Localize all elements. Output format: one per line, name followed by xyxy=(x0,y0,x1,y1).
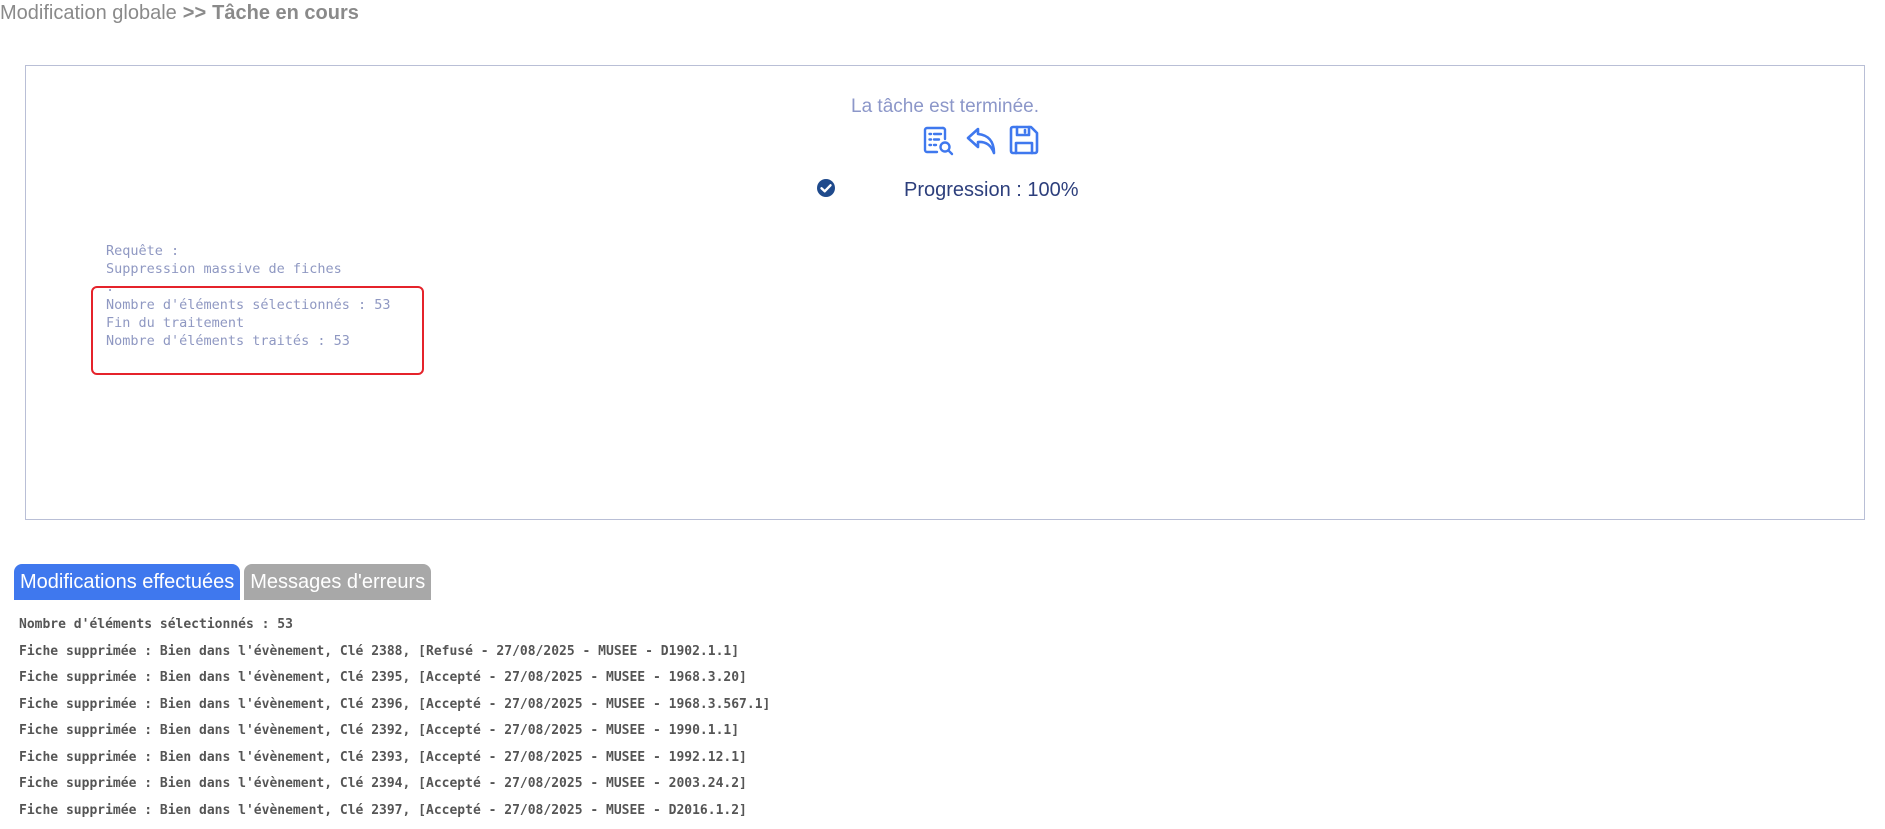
list-item: Fiche supprimée : Bien dans l'évènement,… xyxy=(19,696,771,712)
breadcrumb-separator: >> xyxy=(182,2,207,24)
report-view-icon[interactable] xyxy=(921,123,955,157)
breadcrumb-current: Tâche en cours xyxy=(212,2,359,24)
breadcrumb: Modification globale >> Tâche en cours xyxy=(0,2,359,25)
task-actions xyxy=(921,123,1041,157)
save-floppy-icon[interactable] xyxy=(1007,123,1041,157)
tab-modifications[interactable]: Modifications effectuées xyxy=(14,564,241,600)
check-circle-icon xyxy=(817,179,835,197)
list-item: Fiche supprimée : Bien dans l'évènement,… xyxy=(19,749,747,765)
log-line: Suppression massive de fiches xyxy=(106,261,342,277)
highlight-annotation xyxy=(91,286,424,375)
list-item: Fiche supprimée : Bien dans l'évènement,… xyxy=(19,802,747,818)
breadcrumb-parent-link[interactable]: Modification globale xyxy=(0,2,177,24)
list-item: Fiche supprimée : Bien dans l'évènement,… xyxy=(19,776,747,791)
task-status-text: La tâche est terminée. xyxy=(851,96,1039,117)
list-item: Fiche supprimée : Bien dans l'évènement,… xyxy=(19,643,740,659)
modifications-list: Nombre d'éléments sélectionnés : 53 Fich… xyxy=(19,615,770,827)
tab-error-messages[interactable]: Messages d'erreurs xyxy=(244,564,432,600)
result-tabs: Modifications effectuées Messages d'erre… xyxy=(14,564,432,600)
task-panel: La tâche est terminée. Progression: 100… xyxy=(25,65,1865,520)
undo-arrow-icon[interactable] xyxy=(964,123,998,157)
list-item: Nombre d'éléments sélectionnés : 53 xyxy=(19,617,293,632)
list-item: Fiche supprimée : Bien dans l'évènement,… xyxy=(19,723,740,738)
log-line: Requête : xyxy=(106,243,180,259)
list-item: Fiche supprimée : Bien dans l'évènement,… xyxy=(19,670,747,685)
progress-label: Progression : 100% xyxy=(904,179,1079,201)
